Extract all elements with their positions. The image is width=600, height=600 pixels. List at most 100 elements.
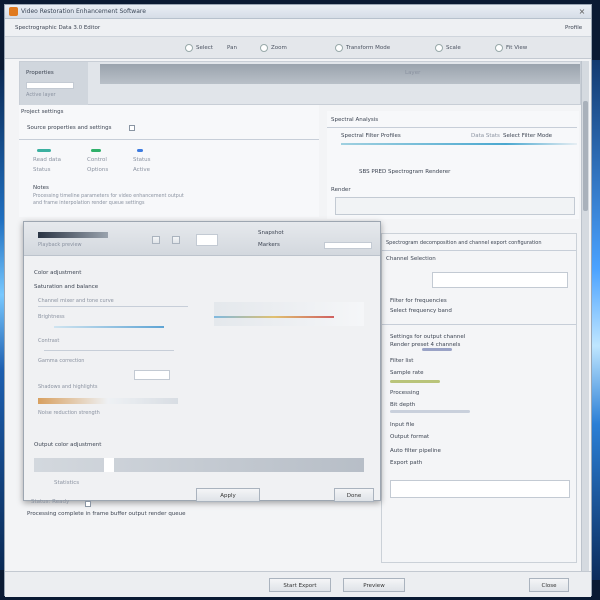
stat-bar-1 [37,149,51,152]
divider [327,127,577,128]
preview-progress [38,232,108,238]
markers-field[interactable] [324,242,372,249]
tool-pan[interactable]: Pan [227,43,237,53]
zoom-field[interactable] [196,234,218,246]
project-title: Project settings [21,109,64,115]
close-button[interactable]: Close [529,578,569,592]
snapshot-icon[interactable] [152,236,160,244]
output-thumb[interactable] [104,458,114,472]
radio-icon [335,43,343,52]
properties-tab[interactable]: Properties Active layer [20,62,88,106]
tool-label: Select [196,45,213,51]
brightness-slider[interactable] [54,326,164,328]
tool-scale[interactable]: Scale [435,43,461,53]
row-label: Noise reduction strength [38,410,100,416]
divider [382,324,576,325]
section-output: Output color adjustment [34,442,102,448]
radio-icon [185,43,193,52]
project-panel: Project settings Source properties and s… [19,105,319,217]
stat-value-1: Status [33,167,51,173]
filter-profiles[interactable]: Spectral Filter Profiles [341,133,401,139]
stat-label-3: Status [133,157,151,163]
channel-line-1: Filter for frequencies [390,298,447,304]
notes-line-2: and frame interpolation render queue set… [33,201,145,206]
stat-value-2: Options [87,167,109,173]
close-icon[interactable]: × [577,7,587,16]
preview-button[interactable]: Preview [343,578,405,592]
markers-label[interactable]: Markers [258,242,280,248]
row-label: Channel mixer and tone curve [38,298,114,304]
menu-profile[interactable]: Profile [565,25,582,31]
project-row: Source properties and settings [27,125,112,131]
block-line: Output format [390,434,430,440]
toolbar: Select Pan Zoom Transform Mode Scale Fit… [5,37,591,59]
slider-track[interactable] [38,306,188,307]
row-label: Shadows and highlights [38,384,98,390]
tool-label: Scale [446,45,461,51]
tool-label: Transform Mode [346,45,391,51]
channel-line-2: Select frequency band [390,308,452,314]
status-ready: Status: Ready [31,499,70,505]
radio-icon [260,43,268,52]
start-export-button[interactable]: Start Export [269,578,331,592]
curve-line [214,316,334,318]
channel-panel: Spectrogram decomposition and channel ex… [381,233,577,563]
section-color: Color adjustment [34,270,82,276]
section-color-sub: Saturation and balance [34,284,99,290]
export-path-field[interactable] [390,480,570,498]
color-dialog: Playback preview Snapshot Markers Color … [23,221,381,502]
row-label: Brightness [38,314,65,320]
title-bar: Video Restoration Enhancement Software × [5,5,591,19]
row-label: Gamma correction [38,358,85,364]
render-field[interactable] [335,197,575,215]
tool-transform[interactable]: Transform Mode [335,43,390,53]
snapshot-label[interactable]: Snapshot [258,230,284,236]
block-line: Processing [390,390,420,396]
tool-label: Pan [227,45,237,51]
stat-bar-3 [137,149,143,152]
channel-field[interactable] [432,272,568,288]
tool-label: Zoom [271,45,287,51]
window-title: Video Restoration Enhancement Software [21,8,146,15]
spectral-bar [341,143,577,145]
status-checkbox[interactable] [85,501,91,507]
menu-title[interactable]: Spectrographic Data 3.0 Editor [15,25,100,31]
notes-line-1: Processing timeline parameters for video… [33,194,184,199]
properties-strip: Properties Active layer Layer [19,61,581,106]
app-window: Video Restoration Enhancement Software ×… [4,4,592,597]
radio-icon [435,43,443,52]
app-icon [9,7,18,16]
scrollbar-thumb[interactable] [583,101,588,211]
contrast-slider[interactable] [44,350,174,351]
dialog-toolbar: Playback preview Snapshot Markers [24,222,380,256]
tool-fit[interactable]: Fit View [495,43,527,53]
radio-icon [495,43,503,52]
block-bar [422,348,452,351]
main-scrollbar[interactable] [581,61,589,581]
tool-zoom[interactable]: Zoom [260,43,287,53]
apply-button[interactable]: Apply [196,488,260,502]
bottom-bar: Start Export Preview Close [5,571,591,597]
tool-select[interactable]: Select [185,43,213,53]
filter-mode[interactable]: Select Filter Mode [503,133,552,139]
spectral-panel: Spectral Analysis Spectral Filter Profil… [327,111,579,219]
spectral-header: Spectral Analysis [331,117,379,123]
block-line: Filter list [390,358,414,364]
divider [19,139,319,140]
data-stats[interactable]: Data Stats [471,133,500,139]
block-line: Settings for output channel [390,334,466,340]
done-button[interactable]: Done [334,488,374,502]
gamma-field[interactable] [134,370,170,380]
row-label: Contrast [38,338,60,344]
markers-icon[interactable] [172,236,180,244]
status-line: Processing complete in frame buffer outp… [27,511,186,517]
project-checkbox[interactable] [129,125,135,131]
renderer-info: SBS PRED Spectrogram Renderer [359,169,451,175]
tone-bar [38,398,178,404]
block-line: Input file [390,422,415,428]
render-label: Render [331,187,351,193]
stat-bar-2 [91,149,101,152]
output-track[interactable] [34,458,364,472]
layer-field[interactable] [26,82,74,89]
block-line: Sample rate [390,370,424,376]
